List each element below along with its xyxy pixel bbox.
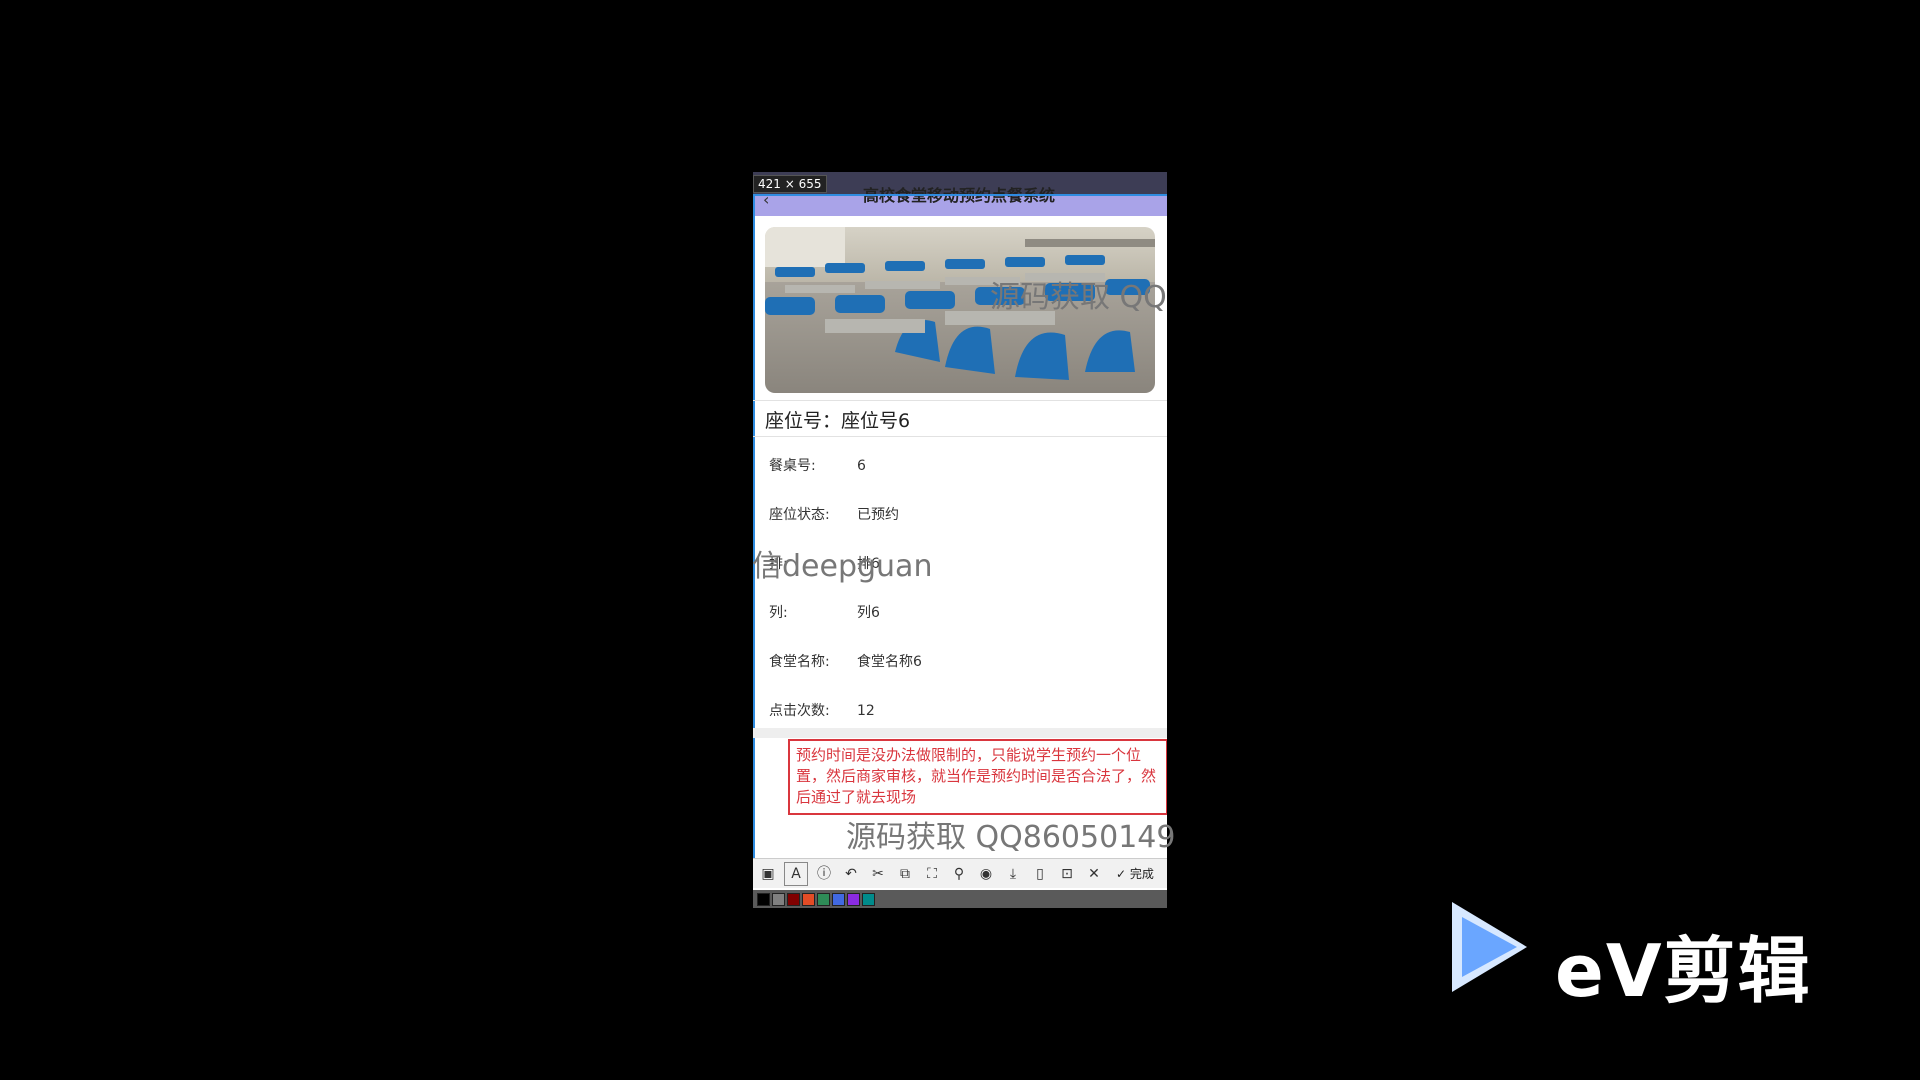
translate-icon[interactable]: ⧉ (894, 863, 916, 885)
color-swatch-orange[interactable] (802, 892, 815, 906)
text-icon[interactable]: A (784, 861, 808, 886)
undo-icon[interactable]: ↶ (840, 863, 862, 885)
field-table-number: 餐桌号: 6 (769, 455, 1149, 475)
download-icon[interactable]: ⤓ (1002, 863, 1024, 885)
dimension-badge: 421 × 655 (753, 175, 827, 193)
watermark-bottom: 源码获取 QQ86050149 (846, 820, 1176, 855)
screenshot-toolbar: ▣ A ⓘ ↶ ✂ ⧉ ⛶ ⚲ ◉ ⤓ ▯ ⊡ ✕ ✓ 完成 (753, 858, 1167, 888)
field-canteen-name: 食堂名称: 食堂名称6 (769, 651, 1149, 671)
number-icon[interactable]: ⓘ (813, 863, 835, 885)
save-icon[interactable]: ▯ (1029, 863, 1051, 885)
field-label: 餐桌号: (769, 458, 816, 474)
color-swatch-blue[interactable] (832, 892, 845, 906)
divider (753, 400, 1167, 401)
record-icon[interactable]: ◉ (975, 863, 997, 885)
selection-border-left (753, 194, 755, 874)
color-swatch-teal[interactable] (862, 892, 875, 906)
field-label: 列: (769, 605, 788, 621)
color-swatch-purple[interactable] (847, 892, 860, 906)
field-label: 点击次数: (769, 703, 830, 719)
bookmark-icon[interactable]: ⊡ (1056, 863, 1078, 885)
done-label: 完成 (1129, 867, 1154, 881)
field-value: 列6 (857, 605, 880, 621)
color-swatch-black[interactable] (757, 892, 770, 906)
field-value: 6 (857, 458, 866, 474)
done-button[interactable]: ✓ 完成 (1116, 865, 1154, 882)
watermark-middle: 信deepguan (752, 549, 933, 584)
annotation-textbox[interactable]: 预约时间是没办法做限制的，只能说学生预约一个位置，然后商家审核，就当作是预约时间… (788, 739, 1167, 815)
field-label: 座位状态: (769, 507, 830, 523)
field-label: 食堂名称: (769, 654, 830, 670)
seat-number-title: 座位号：座位号6 (765, 410, 911, 432)
color-swatch-green[interactable] (817, 892, 830, 906)
ev-logo-text: eV剪辑 (1555, 929, 1812, 1013)
field-value: 12 (857, 703, 875, 719)
screenshot-icon[interactable]: ⛶ (921, 863, 943, 885)
field-value: 食堂名称6 (857, 654, 922, 670)
crop-icon[interactable]: ✂ (867, 863, 889, 885)
field-click-count: 点击次数: 12 (769, 700, 1149, 720)
ev-logo-icon (1452, 902, 1542, 996)
divider (753, 436, 1167, 437)
pin-icon[interactable]: ⚲ (948, 863, 970, 885)
field-value: 已预约 (857, 507, 899, 523)
close-icon[interactable]: ✕ (1083, 863, 1105, 885)
selection-border-top (753, 194, 1167, 196)
section-gap (753, 728, 1167, 738)
watermark-top: 源码获取 QQ (990, 280, 1167, 315)
field-column: 列: 列6 (769, 602, 1149, 622)
mosaic-icon[interactable]: ▣ (757, 863, 779, 885)
field-seat-status: 座位状态: 已预约 (769, 504, 1149, 524)
color-palette (753, 890, 1167, 908)
color-swatch-maroon[interactable] (787, 892, 800, 906)
color-swatch-gray[interactable] (772, 892, 785, 906)
